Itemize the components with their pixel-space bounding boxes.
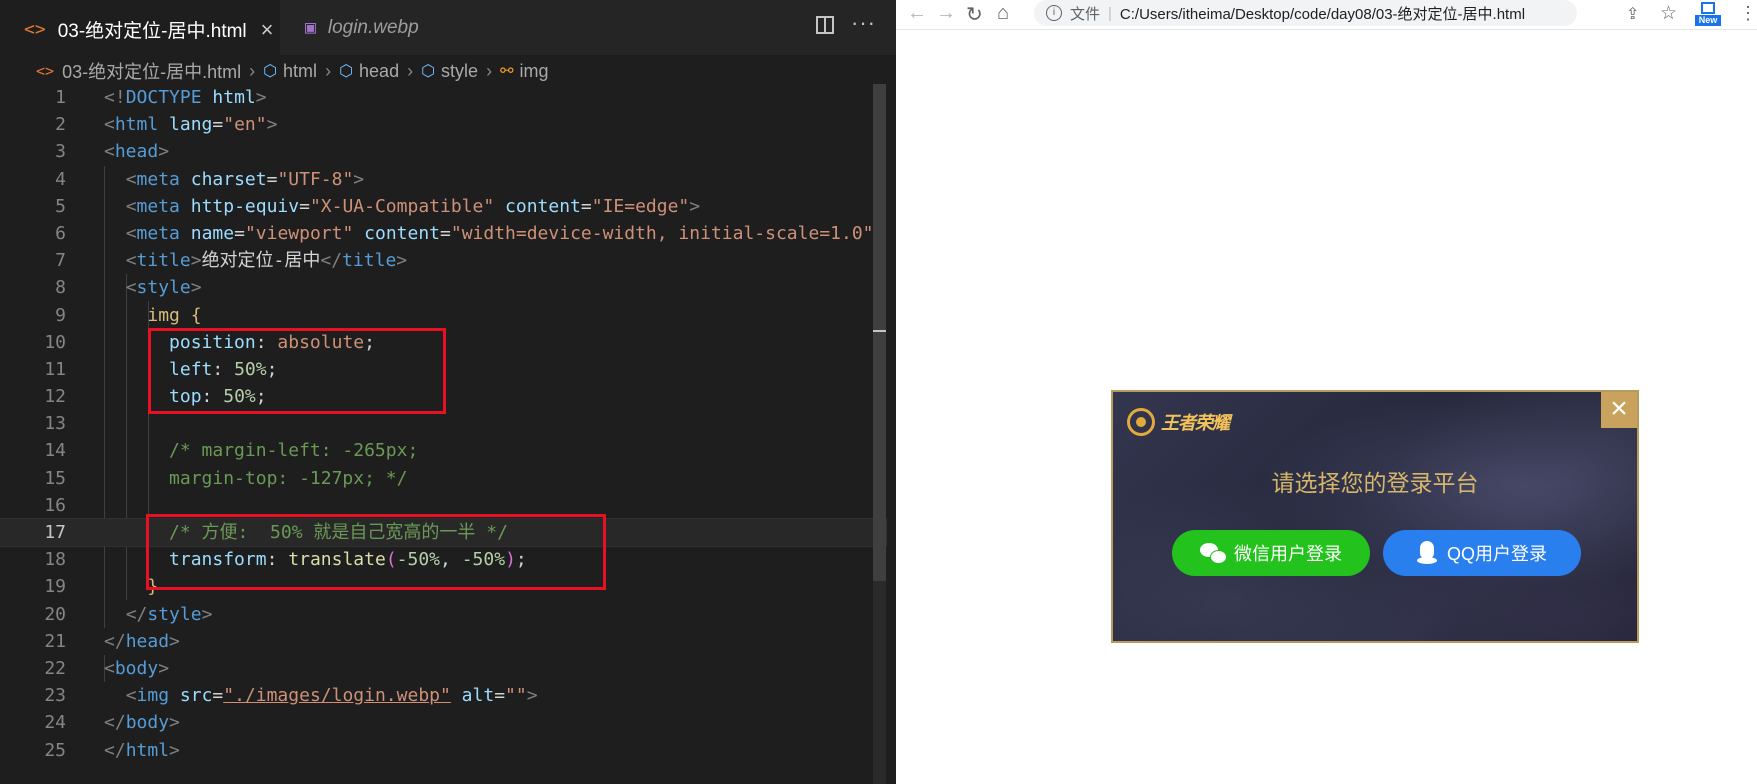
css-selector-icon: ⚯ xyxy=(500,63,514,80)
chevron-right-icon: › xyxy=(249,60,256,81)
code-line: 3 <head> xyxy=(55,141,170,163)
qq-login-button[interactable]: QQ用户登录 xyxy=(1383,530,1581,576)
more-actions-icon[interactable]: ··· xyxy=(851,10,876,36)
breadcrumb-item-html[interactable]: ⬡ html xyxy=(263,61,317,82)
qq-penguin-icon xyxy=(1416,541,1437,565)
code-line: 24 </body> xyxy=(44,712,180,734)
extension-new-icon[interactable]: New xyxy=(1695,2,1723,28)
element-cube-icon: ⬡ xyxy=(421,63,436,80)
forward-arrow-icon[interactable]: → xyxy=(936,2,956,25)
address-bar[interactable]: i 文件 | C:/Users/itheima/Desktop/code/day… xyxy=(1034,0,1577,26)
login-popup-image: × 王者荣耀 请选择您的登录平台 微信用户登录 QQ用户登录 xyxy=(1111,390,1639,643)
wechat-login-label: 微信用户登录 xyxy=(1234,544,1342,564)
breadcrumb-item-head[interactable]: ⬡ head xyxy=(339,61,399,82)
html-file-icon: <> xyxy=(24,19,46,40)
tab-html-file[interactable]: <> 03-绝对定位-居中.html × xyxy=(0,0,280,57)
url-separator: | xyxy=(1108,4,1112,22)
html-file-icon: <> xyxy=(36,62,55,80)
game-logo: 王者荣耀 xyxy=(1127,408,1230,436)
highlight-box-position xyxy=(148,328,446,414)
code-line: 1 <!DOCTYPE html> xyxy=(55,87,267,108)
breadcrumb-item-style[interactable]: ⬡ style xyxy=(421,61,478,82)
qq-login-label: QQ用户登录 xyxy=(1446,544,1547,564)
code-line: 14 /* margin-left: -265px; xyxy=(44,440,419,462)
info-icon[interactable]: i xyxy=(1046,5,1062,21)
code-area[interactable]: 1 <!DOCTYPE html> 2 <html lang="en"> 3 <hea… xyxy=(0,84,887,764)
url-text[interactable]: C:/Users/itheima/Desktop/code/day08/03-绝… xyxy=(1120,3,1525,24)
tab-image-file[interactable]: ▣ login.webp xyxy=(281,0,441,55)
code-line: 6 <meta name="viewport" content="width=d… xyxy=(55,222,884,244)
reload-icon[interactable]: ↻ xyxy=(966,2,983,27)
code-line: 20 </style> xyxy=(44,603,213,625)
code-line: 5 <meta http-equiv="X-UA-Compatible" con… xyxy=(55,195,701,217)
element-cube-icon: ⬡ xyxy=(263,63,278,80)
code-line: 4 <meta charset="UTF-8"> xyxy=(55,168,365,190)
code-line: 7 <title>绝对定位-居中</title> xyxy=(55,250,408,272)
image-file-icon: ▣ xyxy=(305,17,316,38)
code-line: 25 </html> xyxy=(44,739,180,761)
code-line: 13 xyxy=(44,413,66,435)
close-icon[interactable]: × xyxy=(1601,392,1637,428)
code-line: 23 <img src="./images/login.webp" alt=""… xyxy=(44,685,538,707)
browser-toolbar: ← → ↻ ⌂ i 文件 | C:/Users/itheima/Desktop/… xyxy=(896,0,1757,30)
extension-doc-shape xyxy=(1701,2,1715,14)
logo-text: 王者荣耀 xyxy=(1161,413,1230,433)
element-cube-icon: ⬡ xyxy=(339,63,354,80)
share-icon[interactable]: ⇪ xyxy=(1626,4,1639,24)
code-line: 8 <style> xyxy=(55,277,202,299)
editor-tab-bar: <> 03-绝对定位-居中.html × ▣ login.webp ··· xyxy=(0,0,896,57)
scrollbar-thumb[interactable] xyxy=(873,84,886,581)
chevron-right-icon: › xyxy=(325,60,332,81)
chevron-right-icon: › xyxy=(486,60,493,81)
tab-label: login.webp xyxy=(327,16,419,38)
scrollbar-cursor-marker xyxy=(873,330,886,332)
close-tab-icon[interactable]: × xyxy=(261,17,274,43)
breadcrumb-item-file[interactable]: <> 03-绝对定位-居中.html xyxy=(36,58,241,84)
breadcrumb: <> 03-绝对定位-居中.html › ⬡ html › ⬡ head › ⬡ sty… xyxy=(36,56,548,86)
highlight-box-transform xyxy=(146,514,606,590)
bookmark-star-icon[interactable]: ☆ xyxy=(1660,2,1677,25)
wechat-login-button[interactable]: 微信用户登录 xyxy=(1172,530,1370,576)
code-line: 9 img { xyxy=(55,304,202,326)
file-scheme-label: 文件 xyxy=(1070,5,1101,23)
tab-label: 03-绝对定位-居中.html xyxy=(57,21,247,42)
split-editor-icon[interactable] xyxy=(816,16,834,34)
wechat-icon xyxy=(1200,543,1227,564)
chevron-right-icon: › xyxy=(407,60,414,81)
code-editor: <> 03-绝对定位-居中.html × ▣ login.webp ··· <>… xyxy=(0,0,896,784)
code-line: 21 </head> xyxy=(44,630,180,652)
back-arrow-icon[interactable]: ← xyxy=(907,2,927,25)
popup-title: 请选择您的登录平台 xyxy=(1271,470,1479,496)
logo-emblem-icon xyxy=(1127,408,1155,436)
browser-menu-icon[interactable]: ⋮ xyxy=(1739,3,1757,24)
breadcrumb-item-img[interactable]: ⚯ img xyxy=(500,61,548,82)
code-line: 15 margin-top: -127px; */ xyxy=(44,467,408,489)
code-line: 22 <body> xyxy=(44,657,170,679)
new-badge: New xyxy=(1695,15,1721,26)
code-line: 2 <html lang="en"> xyxy=(55,114,278,136)
home-icon[interactable]: ⌂ xyxy=(997,2,1009,25)
browser-window: ← → ↻ ⌂ i 文件 | C:/Users/itheima/Desktop/… xyxy=(896,0,1757,784)
